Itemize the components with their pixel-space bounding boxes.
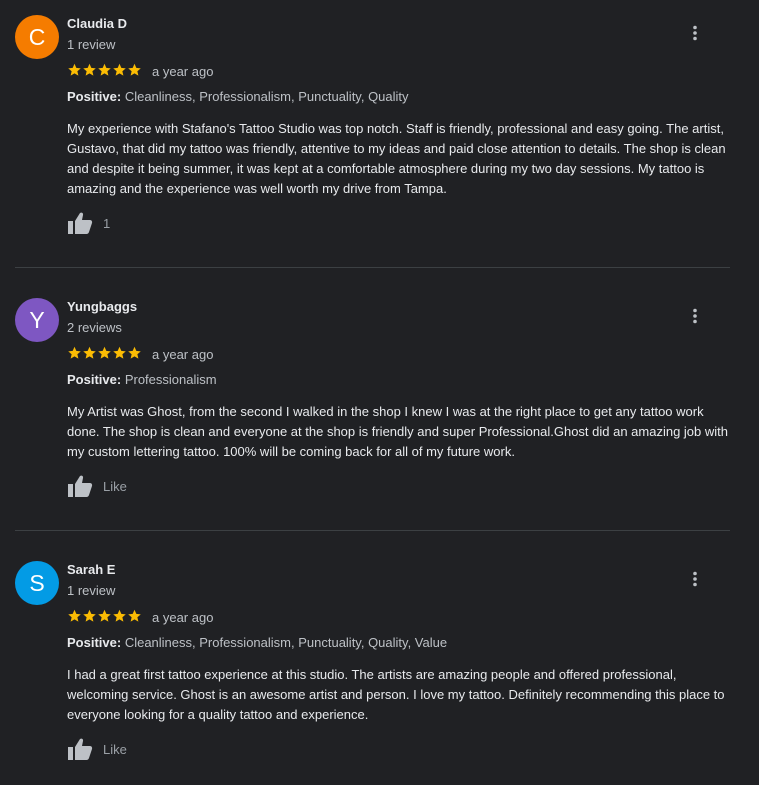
like-button[interactable]: Like (67, 737, 127, 761)
reviewer-name[interactable]: Yungbaggs (67, 299, 137, 314)
thumbs-up-icon (68, 475, 93, 497)
review-date: a year ago (152, 347, 214, 362)
like-button[interactable]: 1 (67, 211, 110, 235)
review-count: 1 review (67, 583, 116, 598)
star-icon (68, 609, 81, 622)
star-icon (113, 346, 126, 359)
positive-values: Cleanliness, Professionalism, Punctualit… (124, 635, 448, 650)
more-vert-icon (693, 25, 697, 41)
review-card: C Claudia D 1 review a year ago Positive… (0, 0, 759, 267)
positive-attributes: Positive: Cleanliness, Professionalism, … (67, 635, 447, 650)
review-text: My Artist was Ghost, from the second I w… (67, 404, 729, 459)
star-icon (83, 63, 96, 76)
more-options-button[interactable] (684, 305, 706, 327)
review-count: 2 reviews (67, 320, 122, 335)
more-options-button[interactable] (684, 22, 706, 44)
star-icon (113, 63, 126, 76)
review-count: 1 review (67, 37, 116, 52)
review-date: a year ago (152, 610, 214, 625)
star-rating (67, 62, 142, 78)
review-card: S Sarah E 1 review a year ago Positive: … (0, 546, 759, 785)
divider (15, 530, 730, 531)
star-icon (113, 609, 126, 622)
star-icon (68, 63, 81, 76)
reviewer-name[interactable]: Sarah E (67, 562, 115, 577)
star-icon (98, 346, 111, 359)
divider (15, 267, 730, 268)
review-text: My experience with Stafano's Tattoo Stud… (67, 121, 726, 196)
review-text: I had a great first tattoo experience at… (67, 667, 725, 722)
star-icon (68, 346, 81, 359)
like-button[interactable]: Like (67, 474, 127, 498)
reviewer-name[interactable]: Claudia D (67, 16, 127, 31)
positive-label: Positive: (67, 635, 122, 650)
more-vert-icon (693, 308, 697, 324)
star-rating (67, 608, 142, 624)
thumbs-up-icon (68, 212, 93, 234)
positive-attributes: Positive: Professionalism (67, 372, 217, 387)
like-count: 1 (103, 215, 111, 231)
star-icon (128, 346, 141, 359)
star-icon (98, 609, 111, 622)
more-options-button[interactable] (684, 568, 706, 590)
positive-values: Cleanliness, Professionalism, Punctualit… (124, 89, 409, 104)
reviews-list: C Claudia D 1 review a year ago Positive… (0, 0, 759, 785)
review-card: Y Yungbaggs 2 reviews a year ago Positiv… (0, 283, 759, 530)
review-date: a year ago (152, 64, 214, 79)
like-label: Like (103, 478, 127, 494)
avatar[interactable]: C (15, 15, 59, 59)
star-icon (98, 63, 111, 76)
positive-values: Professionalism (124, 372, 217, 387)
avatar[interactable]: Y (15, 298, 59, 342)
more-vert-icon (693, 571, 697, 587)
like-label: Like (103, 741, 127, 757)
positive-attributes: Positive: Cleanliness, Professionalism, … (67, 89, 409, 104)
positive-label: Positive: (67, 89, 122, 104)
star-icon (83, 609, 96, 622)
thumbs-up-icon (68, 738, 93, 760)
positive-label: Positive: (67, 372, 122, 387)
star-icon (128, 609, 141, 622)
avatar[interactable]: S (15, 561, 59, 605)
star-icon (128, 63, 141, 76)
star-icon (83, 346, 96, 359)
star-rating (67, 345, 142, 361)
